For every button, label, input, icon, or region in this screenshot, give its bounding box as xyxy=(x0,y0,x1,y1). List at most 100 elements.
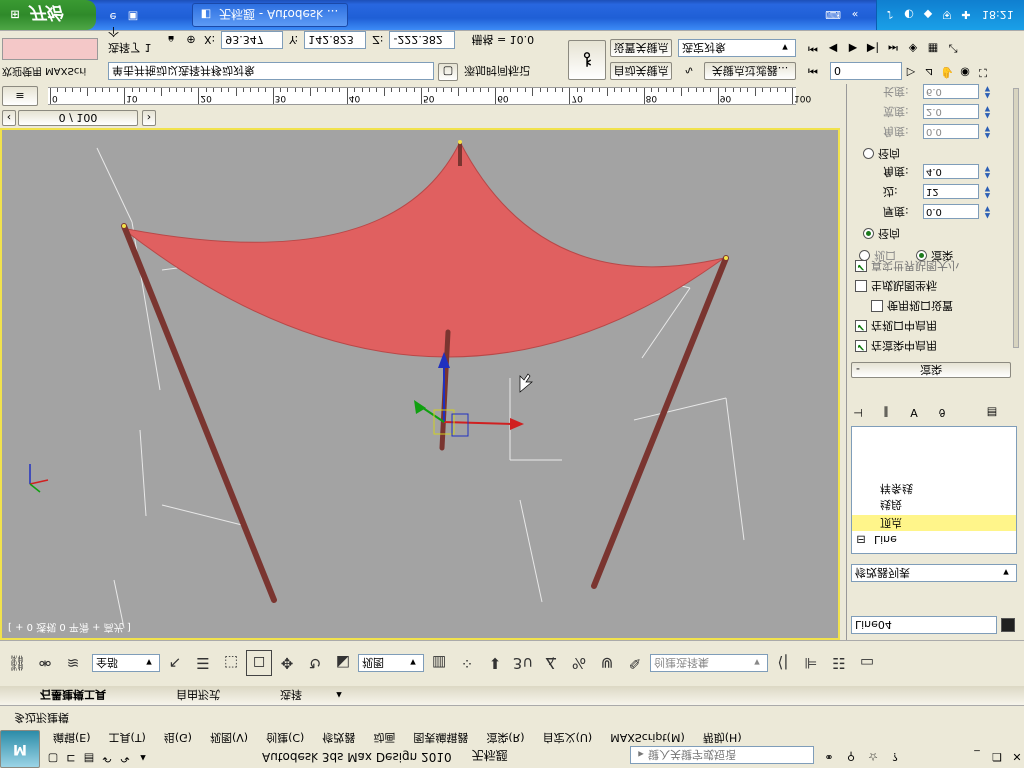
layer-manager-icon[interactable]: ☷ xyxy=(826,650,852,676)
next-frame-icon[interactable]: ▶| xyxy=(866,42,880,56)
rect-region-icon[interactable]: ⬚ xyxy=(218,650,244,676)
panel-scrollbar[interactable] xyxy=(1013,88,1019,348)
spinner-arrows-icon[interactable]: ▲ ▼ xyxy=(983,105,992,120)
check-use-viewport[interactable]: 使用视口设置 xyxy=(855,296,959,316)
stack-item-line[interactable]: ⊟ Line xyxy=(854,533,897,547)
keyboard-shortcut-icon[interactable]: ⬇ xyxy=(482,650,508,676)
orbit-icon[interactable]: ◉ xyxy=(958,66,972,80)
menu-item[interactable]: 工具(T) xyxy=(100,730,155,746)
time-ruler[interactable]: 0 10 20 30 40 50 60 70 80 90 100 xyxy=(48,87,811,105)
ribbon-tab-selection[interactable]: 选择 xyxy=(250,688,332,704)
angle-snap-icon[interactable]: ∡ xyxy=(538,650,564,676)
app-button-icon[interactable]: M xyxy=(0,730,40,768)
unlink-icon[interactable]: ⚮ xyxy=(32,650,58,676)
percent-snap-icon[interactable]: % xyxy=(566,650,592,676)
modifier-list-dropdown[interactable]: 修改器列表 ▾ xyxy=(851,564,1017,582)
check-viewport-enable[interactable]: ✔ 在视口中启用 xyxy=(855,316,959,336)
arrow-icon[interactable]: « xyxy=(848,8,862,22)
menu-item[interactable]: 修改器 xyxy=(313,730,364,746)
prev-icon[interactable]: ‹ xyxy=(2,110,16,126)
redo-icon[interactable]: ↷ xyxy=(118,752,132,766)
key-mode-icon[interactable]: ◈ xyxy=(906,42,920,56)
spinner-arrows-icon[interactable]: ▲ ▼ xyxy=(983,205,992,220)
spinner-field[interactable]: 12 xyxy=(923,184,979,200)
select-object-icon[interactable]: ↖ xyxy=(162,650,188,676)
stack-item-segment[interactable]: 线段 xyxy=(880,497,902,513)
show-end-result-icon[interactable]: ‖ xyxy=(879,406,893,420)
key-filters-button[interactable]: 关键点过滤器... xyxy=(704,62,796,80)
go-start-icon[interactable]: ⏮ xyxy=(806,64,820,78)
spinner-arrows-icon[interactable]: ▲ ▼ xyxy=(983,165,992,180)
check-gen-mapping[interactable]: 生成贴图坐标 xyxy=(855,276,959,296)
selected-set-dropdown[interactable]: 选定对象 ▾ xyxy=(678,39,796,57)
collapse-icon[interactable]: ⊟ xyxy=(854,533,868,547)
ribbon-tab-freeform[interactable]: 自由形式 xyxy=(146,688,250,704)
x-coordinate-field[interactable]: 93.347 xyxy=(221,31,284,49)
lock-icon[interactable]: 🔒︎ xyxy=(164,33,178,47)
checkbox-checked[interactable]: ✔ xyxy=(855,320,867,332)
antivirus-icon[interactable]: ✚ xyxy=(959,8,973,22)
check-render-enable[interactable]: ✔ 在渲染中启用 xyxy=(855,336,959,356)
menu-item[interactable]: MAXScript(M) xyxy=(601,732,694,745)
ribbon-tab-graphite[interactable]: 石墨建模工具 xyxy=(0,688,146,704)
fov-icon[interactable]: ⛶ xyxy=(976,66,990,80)
start-button[interactable]: ⊞ 开始 xyxy=(0,0,96,30)
infocenter-search[interactable]: ▸ 键入关键字或短语 xyxy=(630,746,814,764)
radio-rectangular[interactable]: 径向 xyxy=(863,146,900,162)
mirror-icon[interactable]: ⟨| xyxy=(770,650,796,676)
spinner-field[interactable]: 2.0 xyxy=(923,104,979,120)
object-name-field[interactable]: Line04 xyxy=(851,616,997,634)
stack-item-spline[interactable]: 样条线 xyxy=(880,481,913,497)
spinner-arrows-icon[interactable]: ▲ ▼ xyxy=(983,85,992,100)
make-unique-icon[interactable]: ∀ xyxy=(907,406,921,420)
bind-spacewarp-icon[interactable]: ≋ xyxy=(60,650,86,676)
absolute-mode-icon[interactable]: ⊕ xyxy=(184,33,198,47)
current-frame-field[interactable]: 0 xyxy=(830,62,902,80)
link-icon[interactable]: ⛓ xyxy=(4,650,30,676)
y-coordinate-field[interactable]: 142.823 xyxy=(304,31,367,49)
keyboard-icon[interactable]: ⌨ xyxy=(825,8,841,22)
ref-coord-dropdown[interactable]: 视图 ▾ xyxy=(358,654,424,672)
set-key-icon[interactable]: ⚷ xyxy=(568,40,606,80)
set-key-button[interactable]: 设置关键点 xyxy=(610,39,672,57)
maximize-viewport-icon[interactable]: ⤢ xyxy=(946,42,960,56)
configure-sets-icon[interactable]: ▤ xyxy=(985,406,999,420)
go-start-icon[interactable]: ⏮ xyxy=(806,42,820,56)
graphite-toggle-icon[interactable]: ▭ xyxy=(854,650,880,676)
rollout-header-rendering[interactable]: - 渲染 xyxy=(851,362,1011,378)
menu-item[interactable]: 创建(C) xyxy=(257,730,313,746)
object-color-swatch[interactable] xyxy=(1001,618,1015,632)
ie-icon[interactable]: e xyxy=(106,10,120,24)
menu-item[interactable]: 动画 xyxy=(364,730,404,746)
save-icon[interactable]: ▤ xyxy=(82,752,96,766)
spinner-arrows-icon[interactable]: ▲ ▼ xyxy=(983,185,992,200)
snaps-icon[interactable]: 3∪ xyxy=(510,650,536,676)
select-rotate-icon[interactable]: ↻ xyxy=(302,650,328,676)
spinner-field[interactable]: 4.0 xyxy=(923,164,979,180)
menu-item[interactable]: 渲染(R) xyxy=(477,730,533,746)
remove-modifier-icon[interactable]: ϑ xyxy=(935,406,949,420)
checkbox[interactable] xyxy=(855,280,867,292)
selection-filter-dropdown[interactable]: 全部 ▾ xyxy=(92,654,160,672)
go-end-icon[interactable]: ⏭ xyxy=(886,42,900,56)
named-selection-dropdown[interactable]: 创建选择集 ▾ xyxy=(650,654,768,672)
next-icon[interactable]: › xyxy=(142,110,156,126)
menu-item[interactable]: 图表编辑器 xyxy=(404,730,477,746)
spinner-arrows-icon[interactable]: ▲ ▼ xyxy=(983,125,992,140)
spinner-field[interactable]: 0.0 xyxy=(923,204,979,220)
select-manipulate-icon[interactable]: ⁘ xyxy=(454,650,480,676)
play-icon[interactable]: ▶ xyxy=(846,42,860,56)
curve-icon[interactable]: ∿ xyxy=(682,64,696,78)
volume-icon[interactable]: ♪ xyxy=(883,8,897,22)
pivot-center-icon[interactable]: ▥ xyxy=(426,650,452,676)
project-folder-icon[interactable]: ▴ xyxy=(136,752,150,766)
mini-curve-editor-icon[interactable]: ≡ xyxy=(2,86,38,106)
communication-icon[interactable]: ⚲ xyxy=(844,750,858,764)
minimize-icon[interactable]: _ xyxy=(970,750,984,764)
pan-icon[interactable]: ✋ xyxy=(940,66,954,80)
menu-item[interactable]: 视图(V) xyxy=(201,730,257,746)
subscription-icon[interactable]: ⚭ xyxy=(822,750,836,764)
spinner-field[interactable]: 6.0 xyxy=(923,84,979,100)
stack-item-vertex[interactable]: 顶点 xyxy=(852,515,1016,531)
radio-viewport[interactable]: 视口 xyxy=(859,248,896,264)
